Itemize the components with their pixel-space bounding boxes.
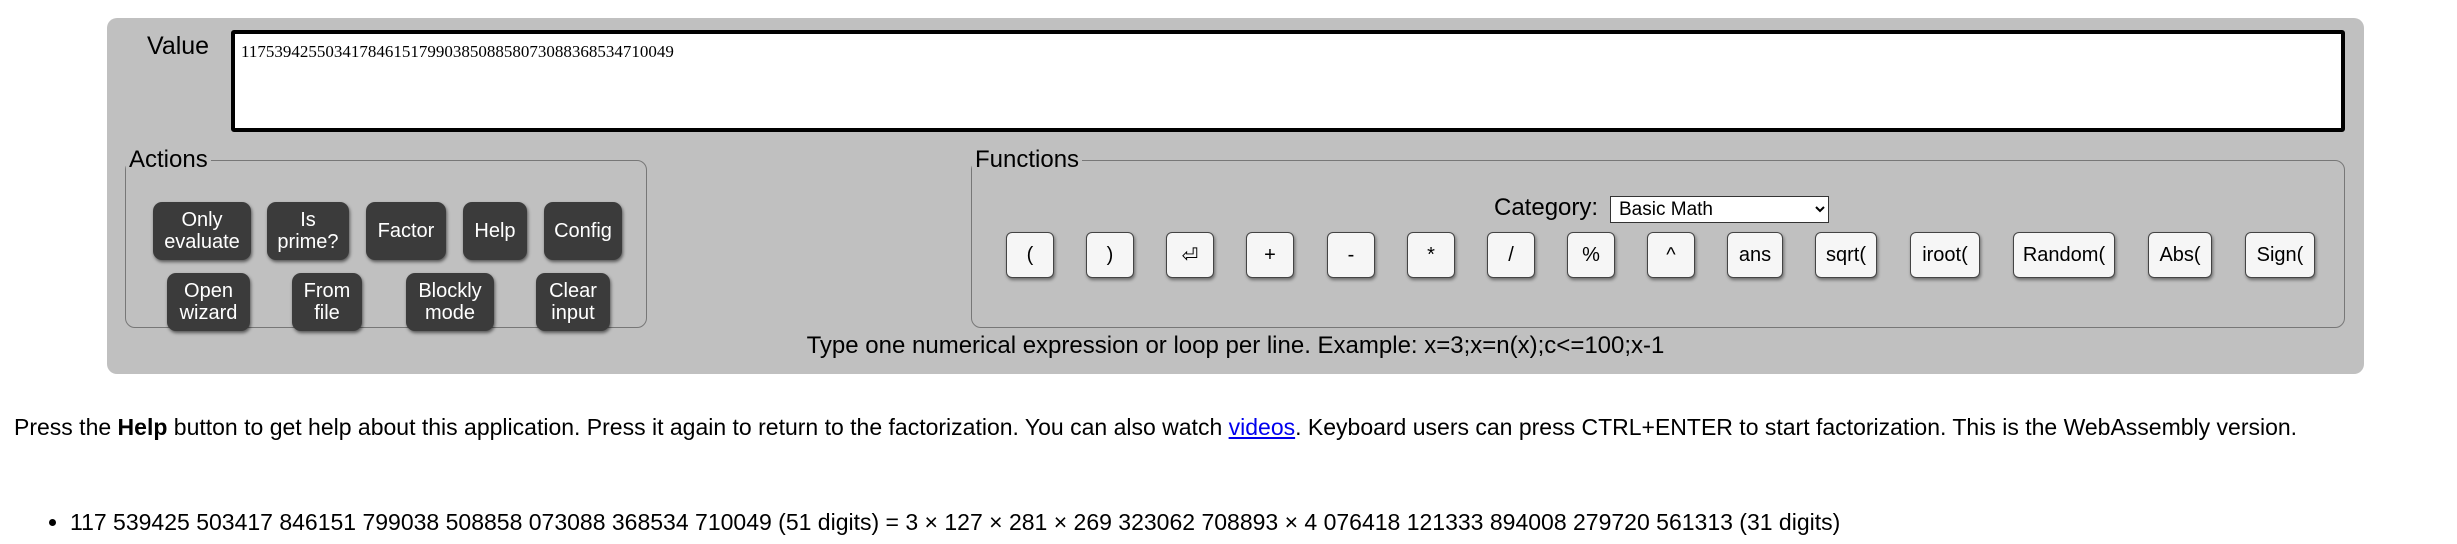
iroot-button[interactable]: iroot(	[1910, 232, 1980, 278]
plus-button[interactable]: +	[1246, 232, 1294, 278]
help-prefix: Press the	[14, 414, 118, 440]
expression-hint: Type one numerical expression or loop pe…	[806, 332, 1665, 359]
sign-button[interactable]: Sign(	[2245, 232, 2315, 278]
blockly-mode-button[interactable]: Blockly mode	[406, 273, 494, 331]
value-label: Value	[147, 32, 210, 60]
random-button[interactable]: Random(	[2013, 232, 2115, 278]
minus-button[interactable]: -	[1327, 232, 1375, 278]
functions-group: Functions Category: Basic Math ( ) ⏎ + -…	[971, 146, 2345, 328]
abs-button[interactable]: Abs(	[2148, 232, 2212, 278]
help-middle: button to get help about this applicatio…	[167, 414, 1229, 440]
help-paragraph: Press the Help button to get help about …	[14, 414, 2297, 441]
videos-link[interactable]: videos	[1229, 414, 1295, 440]
help-suffix: . Keyboard users can press CTRL+ENTER to…	[1295, 414, 2298, 440]
open-paren-button[interactable]: (	[1006, 232, 1054, 278]
open-wizard-button[interactable]: Open wizard	[167, 273, 250, 331]
config-button[interactable]: Config	[544, 202, 622, 260]
actions-group: Actions Only evaluate Is prime? Factor H…	[125, 146, 647, 331]
multiply-button[interactable]: *	[1407, 232, 1455, 278]
result-item: 117 539425 503417 846151 799038 508858 0…	[70, 509, 1840, 536]
power-button[interactable]: ^	[1647, 232, 1695, 278]
factor-button[interactable]: Factor	[366, 202, 446, 260]
sqrt-button[interactable]: sqrt(	[1815, 232, 1877, 278]
ans-button[interactable]: ans	[1727, 232, 1783, 278]
divide-button[interactable]: /	[1487, 232, 1535, 278]
newline-button[interactable]: ⏎	[1166, 232, 1214, 278]
modulo-button[interactable]: %	[1567, 232, 1615, 278]
close-paren-button[interactable]: )	[1086, 232, 1134, 278]
clear-input-button[interactable]: Clear input	[536, 273, 610, 331]
help-button[interactable]: Help	[463, 202, 527, 260]
from-file-button[interactable]: From file	[292, 273, 362, 331]
value-input[interactable]: 1175394255034178461517990385088580730883…	[231, 30, 2345, 132]
category-label: Category:	[1494, 194, 1599, 221]
calculator-panel: Value 1175394255034178461517990385088580…	[107, 18, 2364, 374]
functions-legend: Functions	[975, 146, 1080, 173]
help-bold: Help	[117, 414, 168, 440]
only-evaluate-button[interactable]: Only evaluate	[153, 202, 251, 260]
category-select[interactable]: Basic Math	[1610, 196, 1829, 223]
actions-legend: Actions	[129, 146, 208, 173]
result-list: 117 539425 503417 846151 799038 508858 0…	[0, 509, 1840, 536]
is-prime-button[interactable]: Is prime?	[267, 202, 349, 260]
